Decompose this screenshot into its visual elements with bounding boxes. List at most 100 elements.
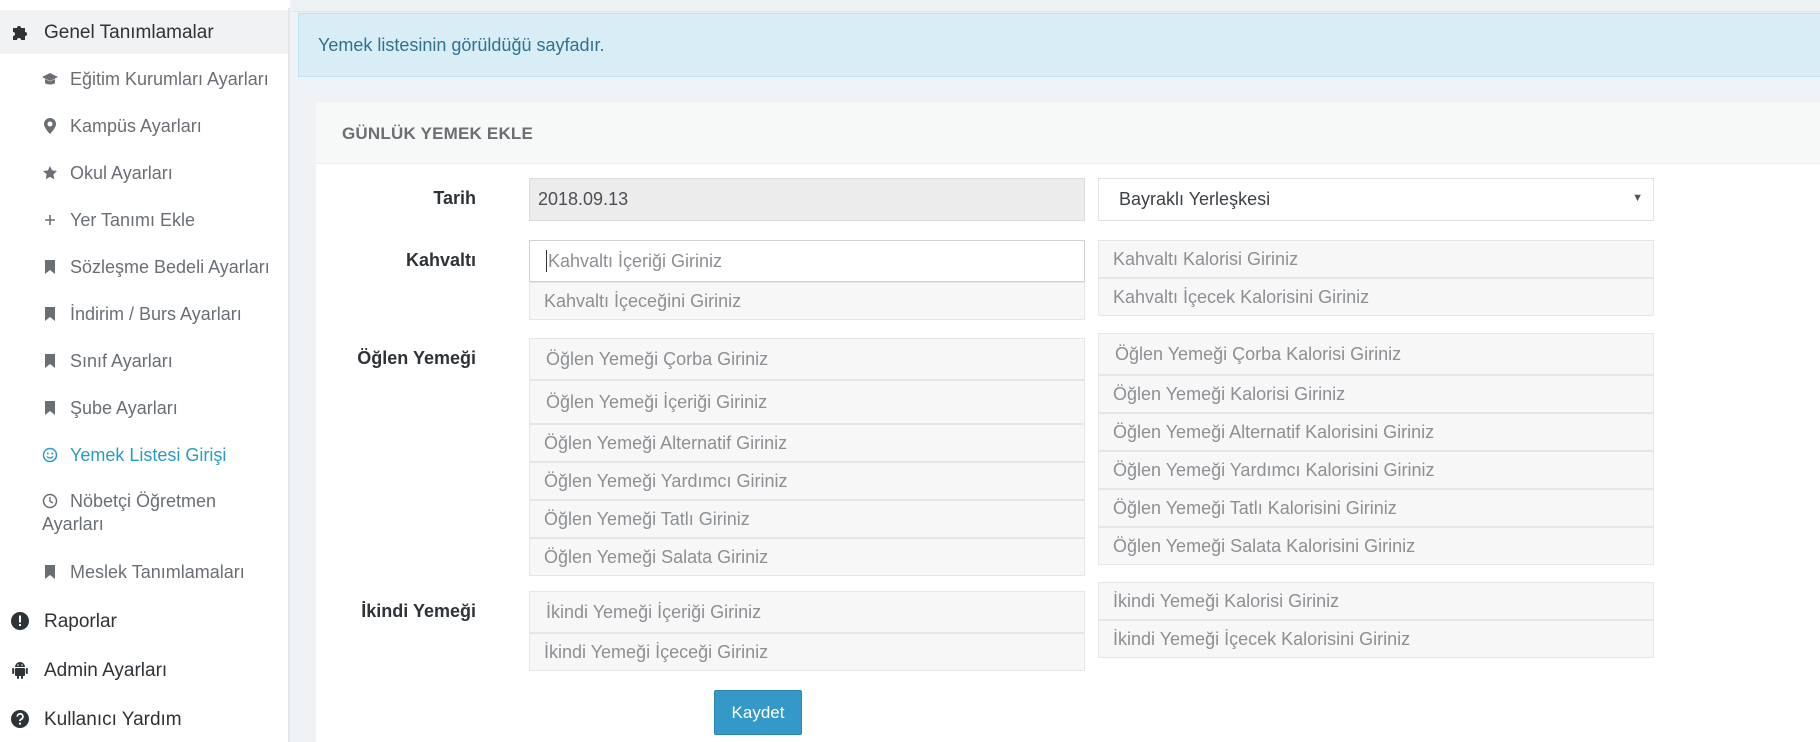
sidebar-item-yardim[interactable]: Kullanıcı Yardım xyxy=(0,698,288,740)
breakfast-label: Kahvaltı xyxy=(405,250,476,270)
breakfast-drink-placeholder: Kahvaltı İçeceğini Giriniz xyxy=(544,290,742,311)
date-field[interactable]: 2018.09.13 xyxy=(529,178,1085,221)
sidebar-item-indirim[interactable]: İndirim / Burs Ayarları xyxy=(0,294,288,334)
info-alert: Yemek listesinin görüldüğü sayfadır. xyxy=(298,13,1820,77)
sidebar-item-label: Eğitim Kurumları Ayarları xyxy=(70,69,269,89)
sidebar-item-label: Kampüs Ayarları xyxy=(70,116,202,136)
sidebar-item-nobetci[interactable]: Nöbetçi Öğretmen Ayarları xyxy=(0,482,288,540)
sidebar-item-label: Raporlar xyxy=(44,611,117,632)
caret-down-icon: ▼ xyxy=(1632,192,1643,204)
bookmark-icon xyxy=(40,257,60,277)
save-button-label: Kaydet xyxy=(731,702,785,722)
sidebar-item-sube[interactable]: Şube Ayarları xyxy=(0,388,288,428)
lunch-calorie-input[interactable]: Öğlen Yemeği Kalorisi Giriniz xyxy=(1098,375,1654,413)
lunch-soup-calorie-input[interactable]: Öğlen Yemeği Çorba Kalorisi Giriniz xyxy=(1098,333,1654,375)
panel-title: GÜNLÜK YEMEK EKLE xyxy=(342,124,534,143)
sidebar-item-admin[interactable]: Admin Ayarları xyxy=(0,649,288,691)
lunch-soup-calorie-placeholder: Öğlen Yemeği Çorba Kalorisi Giriniz xyxy=(1115,343,1402,364)
lunch-dessert-placeholder: Öğlen Yemeği Tatlı Giriniz xyxy=(544,508,750,529)
sidebar-item-meslek[interactable]: Meslek Tanımlamaları xyxy=(0,552,288,592)
sidebar-item-label: Genel Tanımlamalar xyxy=(44,22,214,43)
sidebar-item-label-line2: Ayarları xyxy=(42,514,104,534)
sidebar-item-label: Yemek Listesi Girişi xyxy=(70,445,227,465)
afternoon-label: İkindi Yemeği xyxy=(361,601,476,621)
afternoon-calorie-input[interactable]: İkindi Yemeği Kalorisi Giriniz xyxy=(1098,582,1654,620)
sidebar-item-sozlesme[interactable]: Sözleşme Bedeli Ayarları xyxy=(0,247,288,287)
breakfast-content-input[interactable]: Kahvaltı İçeriği Giriniz xyxy=(529,240,1085,282)
breakfast-content-placeholder: Kahvaltı İçeriği Giriniz xyxy=(548,250,723,271)
bookmark-icon xyxy=(40,351,60,371)
smile-icon xyxy=(40,445,60,465)
lunch-alt-placeholder: Öğlen Yemeği Alternatif Giriniz xyxy=(544,432,788,453)
sidebar-item-yer-tanimi[interactable]: Yer Tanımı Ekle xyxy=(0,200,288,240)
breakfast-drink-input[interactable]: Kahvaltı İçeceğini Giriniz xyxy=(529,282,1085,320)
lunch-dessert-calorie-input[interactable]: Öğlen Yemeği Tatlı Kalorisini Giriniz xyxy=(1098,489,1654,527)
lunch-dessert-input[interactable]: Öğlen Yemeği Tatlı Giriniz xyxy=(529,500,1085,538)
top-bar-edge xyxy=(292,0,1820,12)
afternoon-calorie-placeholder: İkindi Yemeği Kalorisi Giriniz xyxy=(1113,590,1340,611)
campus-select[interactable]: Bayraklı Yerleşkesi ▼ xyxy=(1098,178,1654,221)
sidebar-item-label: Sınıf Ayarları xyxy=(70,351,173,371)
afternoon-drink-placeholder: İkindi Yemeği İçeceği Giriniz xyxy=(544,641,769,662)
bookmark-icon xyxy=(40,398,60,418)
sidebar-item-label: Okul Ayarları xyxy=(70,163,173,183)
lunch-salad-calorie-placeholder: Öğlen Yemeği Salata Kalorisini Giriniz xyxy=(1113,535,1416,556)
sidebar-item-yemek-listesi[interactable]: Yemek Listesi Girişi xyxy=(0,435,288,475)
afternoon-drink-input[interactable]: İkindi Yemeği İçeceği Giriniz xyxy=(529,633,1085,671)
lunch-label: Öğlen Yemeği xyxy=(357,348,476,368)
lunch-salad-calorie-input[interactable]: Öğlen Yemeği Salata Kalorisini Giriniz xyxy=(1098,527,1654,565)
sidebar-item-kampus[interactable]: Kampüs Ayarları xyxy=(0,106,288,146)
text-cursor xyxy=(546,250,547,272)
panel-header: GÜNLÜK YEMEK EKLE xyxy=(316,102,1820,164)
bookmark-icon xyxy=(40,304,60,324)
lunch-content-input[interactable]: Öğlen Yemeği İçeriği Giriniz xyxy=(529,380,1085,424)
afternoon-content-placeholder: İkindi Yemeği İçeriği Giriniz xyxy=(546,601,762,622)
sidebar-item-genel-tanimlamalar[interactable]: Genel Tanımlamalar xyxy=(0,10,288,54)
date-label: Tarih xyxy=(433,188,476,208)
sidebar: Genel Tanımlamalar Eğitim Kurumları Ayar… xyxy=(0,0,290,742)
lunch-alt-input[interactable]: Öğlen Yemeği Alternatif Giriniz xyxy=(529,424,1085,462)
sidebar-item-label: İndirim / Burs Ayarları xyxy=(70,304,242,324)
sidebar-item-okul[interactable]: Okul Ayarları xyxy=(0,153,288,193)
graduation-cap-icon xyxy=(40,69,60,89)
lunch-side-calorie-input[interactable]: Öğlen Yemeği Yardımcı Kalorisini Giriniz xyxy=(1098,451,1654,489)
save-button[interactable]: Kaydet xyxy=(714,690,802,735)
breakfast-calorie-input[interactable]: Kahvaltı Kalorisi Giriniz xyxy=(1098,240,1654,278)
afternoon-drink-calorie-placeholder: İkindi Yemeği İçecek Kalorisini Giriniz xyxy=(1113,628,1411,649)
sidebar-item-label: Yer Tanımı Ekle xyxy=(70,210,196,230)
lunch-dessert-calorie-placeholder: Öğlen Yemeği Tatlı Kalorisini Giriniz xyxy=(1113,497,1397,518)
afternoon-content-input[interactable]: İkindi Yemeği İçeriği Giriniz xyxy=(529,591,1085,633)
lunch-alt-calorie-placeholder: Öğlen Yemeği Alternatif Kalorisini Girin… xyxy=(1113,421,1435,442)
lunch-calorie-placeholder: Öğlen Yemeği Kalorisi Giriniz xyxy=(1113,383,1346,404)
star-icon xyxy=(40,163,60,183)
lunch-side-placeholder: Öğlen Yemeği Yardımcı Giriniz xyxy=(544,470,788,491)
afternoon-drink-calorie-input[interactable]: İkindi Yemeği İçecek Kalorisini Giriniz xyxy=(1098,620,1654,658)
sidebar-item-label: Nöbetçi Öğretmen xyxy=(70,491,217,511)
bookmark-icon xyxy=(40,562,60,582)
lunch-soup-input[interactable]: Öğlen Yemeği Çorba Giriniz xyxy=(529,338,1085,380)
android-icon xyxy=(10,660,30,680)
sidebar-item-egitim-kurumlari[interactable]: Eğitim Kurumları Ayarları xyxy=(0,59,288,99)
question-circle-icon xyxy=(10,709,30,729)
lunch-content-placeholder: Öğlen Yemeği İçeriği Giriniz xyxy=(546,391,768,412)
lunch-side-input[interactable]: Öğlen Yemeği Yardımcı Giriniz xyxy=(529,462,1085,500)
sidebar-item-label: Şube Ayarları xyxy=(70,398,178,418)
clock-icon xyxy=(40,491,60,511)
sidebar-item-label: Meslek Tanımlamaları xyxy=(70,562,245,582)
sidebar-item-raporlar[interactable]: Raporlar xyxy=(0,600,288,642)
sidebar-item-sinif[interactable]: Sınıf Ayarları xyxy=(0,341,288,381)
sidebar-item-label: Sözleşme Bedeli Ayarları xyxy=(70,257,270,277)
map-marker-icon xyxy=(40,116,60,136)
plus-icon xyxy=(40,210,60,230)
sidebar-item-label: Admin Ayarları xyxy=(44,660,168,681)
sidebar-top-edge xyxy=(0,0,290,8)
sidebar-item-label: Kullanıcı Yardım xyxy=(44,709,182,730)
lunch-alt-calorie-input[interactable]: Öğlen Yemeği Alternatif Kalorisini Girin… xyxy=(1098,413,1654,451)
breakfast-calorie-placeholder: Kahvaltı Kalorisi Giriniz xyxy=(1113,248,1299,269)
lunch-salad-placeholder: Öğlen Yemeği Salata Giriniz xyxy=(544,546,769,567)
lunch-salad-input[interactable]: Öğlen Yemeği Salata Giriniz xyxy=(529,538,1085,576)
info-text: Yemek listesinin görüldüğü sayfadır. xyxy=(318,34,605,55)
breakfast-drink-calorie-input[interactable]: Kahvaltı İçecek Kalorisini Giriniz xyxy=(1098,278,1654,316)
campus-selected-value: Bayraklı Yerleşkesi xyxy=(1119,189,1271,209)
puzzle-icon xyxy=(10,22,30,42)
